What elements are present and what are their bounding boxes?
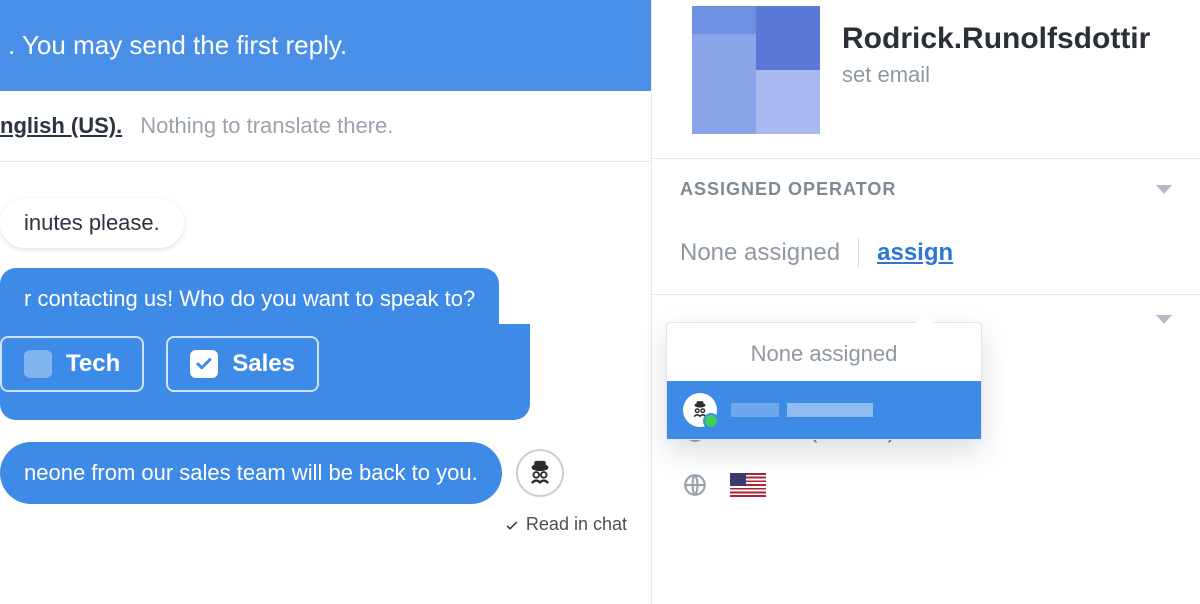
chat-pane: . You may send the first reply. nglish (… bbox=[0, 0, 652, 604]
dropdown-title[interactable]: None assigned bbox=[667, 323, 981, 381]
section-assigned-operator[interactable]: Assigned Operator bbox=[652, 158, 1200, 220]
bot-message-followup: neone from our sales team will be back t… bbox=[0, 442, 502, 504]
translate-note: Nothing to translate there. bbox=[140, 113, 393, 139]
check-icon bbox=[504, 517, 520, 533]
assign-row: None assigned assign bbox=[652, 220, 1200, 290]
choice-tech-label: Tech bbox=[66, 350, 120, 378]
translate-bar: nglish (US). Nothing to translate there. bbox=[0, 91, 651, 162]
operator-name-redacted bbox=[731, 403, 873, 417]
contact-header: Rodrick.Runolfsdottir set email bbox=[652, 0, 1200, 158]
contact-name: Rodrick.Runolfsdottir bbox=[842, 22, 1176, 56]
contact-avatar bbox=[692, 6, 820, 134]
set-email-link[interactable]: set email bbox=[842, 62, 1176, 88]
bot-message-prompt: r contacting us! Who do you want to spea… bbox=[0, 268, 499, 330]
read-status-text: Read in chat bbox=[526, 514, 627, 535]
checkbox-checked-icon bbox=[190, 350, 218, 378]
info-locale bbox=[680, 458, 1172, 512]
section-title: Assigned Operator bbox=[680, 179, 896, 200]
chevron-down-icon bbox=[1156, 185, 1172, 194]
checkbox-icon bbox=[24, 350, 52, 378]
operator-avatar bbox=[683, 393, 717, 427]
user-message: inutes please. bbox=[0, 198, 184, 248]
dropdown-operator-item[interactable] bbox=[667, 381, 981, 439]
chat-body: inutes please. r contacting us! Who do y… bbox=[0, 162, 651, 535]
read-status: Read in chat bbox=[0, 514, 651, 535]
choice-row: Tech Sales bbox=[0, 324, 530, 420]
banner-text: . You may send the first reply. bbox=[0, 30, 347, 61]
choice-sales-label: Sales bbox=[232, 350, 295, 378]
choice-tech[interactable]: Tech bbox=[0, 336, 144, 392]
language-select[interactable]: nglish (US). bbox=[0, 113, 122, 139]
assign-dropdown: None assigned bbox=[666, 322, 982, 440]
operator-face-icon bbox=[689, 399, 711, 421]
choice-sales[interactable]: Sales bbox=[166, 336, 319, 392]
assign-link[interactable]: assign bbox=[877, 239, 953, 267]
reply-row: neone from our sales team will be back t… bbox=[0, 442, 651, 504]
globe-icon bbox=[680, 472, 710, 498]
bot-avatar bbox=[516, 449, 564, 497]
chevron-down-icon bbox=[1156, 315, 1172, 324]
first-reply-banner: . You may send the first reply. bbox=[0, 0, 651, 91]
assign-none-label: None assigned bbox=[680, 239, 840, 267]
bot-face-icon bbox=[525, 458, 555, 488]
divider bbox=[858, 238, 859, 268]
side-pane: Rodrick.Runolfsdottir set email Assigned… bbox=[652, 0, 1200, 604]
flag-us-icon bbox=[730, 473, 766, 497]
